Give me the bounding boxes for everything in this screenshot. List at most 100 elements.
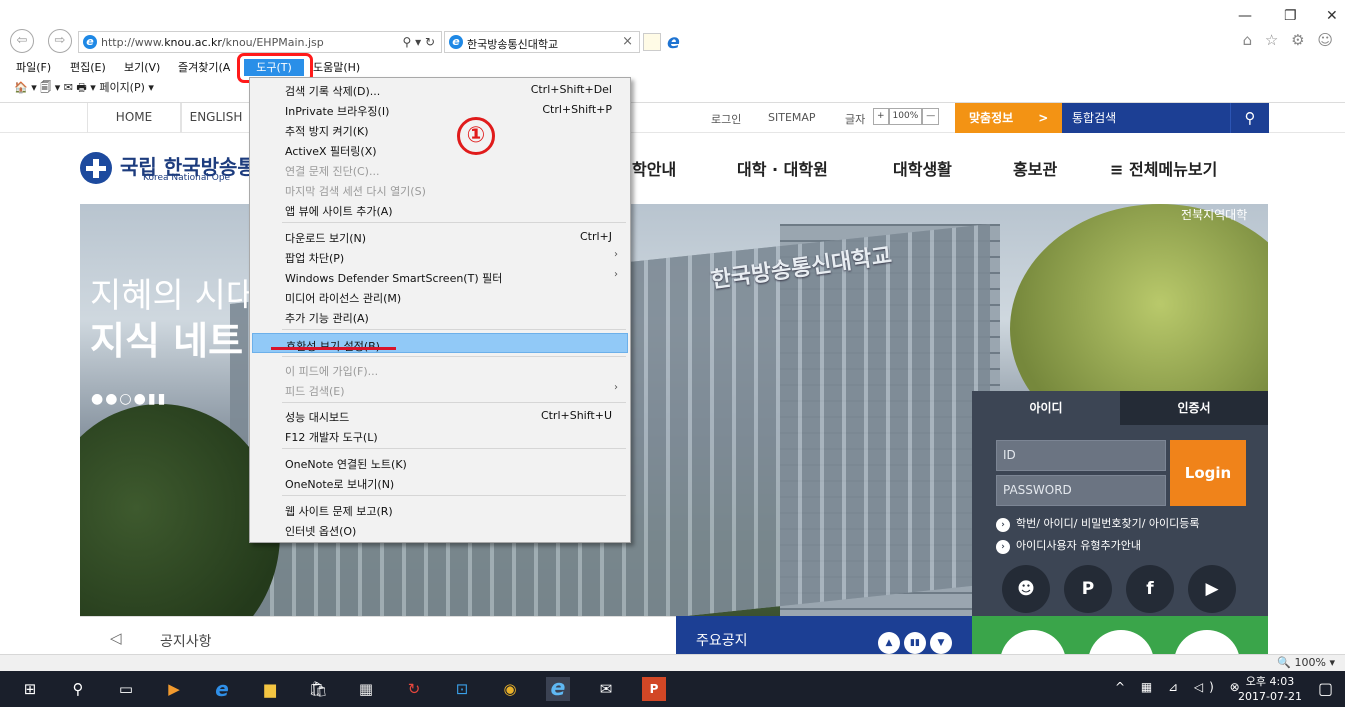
custom-info-button[interactable]: 맞춤정보 > bbox=[955, 103, 1062, 133]
menu-item-inprivate[interactable]: InPrivate 브라우징(I) Ctrl+Shift+P bbox=[252, 99, 628, 119]
task-view-icon[interactable]: ▭ bbox=[114, 677, 138, 701]
gnb-about[interactable]: 학안내 bbox=[632, 156, 676, 180]
home-favorites-settings-icons[interactable]: ⌂ ☆ ⚙ ☺ bbox=[1243, 31, 1337, 49]
maximize-button[interactable]: ❐ bbox=[1284, 8, 1297, 24]
font-size-control: +100% — bbox=[873, 108, 940, 125]
university-logo-icon[interactable] bbox=[80, 152, 112, 184]
forward-button[interactable]: ⇨ bbox=[48, 29, 72, 53]
login-button[interactable]: Login bbox=[1170, 440, 1246, 506]
menu-item-add-to-apps[interactable]: 앱 뷰에 사이트 추가(A) bbox=[252, 199, 628, 219]
menu-item-delete-history[interactable]: 검색 기록 삭제(D)... Ctrl+Shift+Del bbox=[252, 79, 628, 99]
tab-knou[interactable]: e 한국방송통신대학교 × bbox=[444, 31, 640, 53]
site-search-input[interactable]: 통합검색 bbox=[1062, 103, 1231, 133]
sitemap-link[interactable]: SITEMAP bbox=[768, 111, 816, 124]
tab-id-login[interactable]: 아이디 bbox=[972, 391, 1120, 425]
menu-item-onenote-send[interactable]: OneNote로 보내기(N) bbox=[252, 472, 628, 492]
arrow-circle-icon: › bbox=[996, 540, 1010, 554]
notification-icon[interactable]: ▢ bbox=[1318, 679, 1333, 698]
new-tab-button[interactable] bbox=[643, 33, 661, 51]
pause-icon[interactable]: ▮▮ bbox=[904, 632, 926, 654]
gnb-campus-life[interactable]: 대학생활 bbox=[893, 156, 952, 180]
search-icon[interactable]: ⚲ bbox=[1230, 103, 1269, 133]
hero-region-tag: 전북지역대학 bbox=[1181, 208, 1248, 222]
major-notice-title[interactable]: 주요공지 bbox=[696, 630, 748, 650]
home-tab[interactable]: HOME bbox=[87, 103, 181, 133]
menu-item-downloads[interactable]: 다운로드 보기(N) Ctrl+J bbox=[252, 226, 628, 246]
menu-item-onenote-linked[interactable]: OneNote 연결된 노트(K) bbox=[252, 452, 628, 472]
menu-item-report-problem[interactable]: 웹 사이트 문제 보고(R) bbox=[252, 499, 628, 519]
submenu-arrow-icon: › bbox=[614, 269, 618, 280]
gnb-college[interactable]: 대학 · 대학원 bbox=[737, 156, 828, 180]
youtube-icon[interactable]: ▶ bbox=[1188, 565, 1236, 613]
menu-file[interactable]: 파일(F) bbox=[16, 59, 51, 75]
menu-edit[interactable]: 편집(E) bbox=[70, 59, 106, 75]
chrome-icon[interactable]: ◉ bbox=[498, 677, 522, 701]
menu-tools[interactable]: 도구(T) bbox=[244, 59, 304, 76]
windows-taskbar: ⊞ ⚲ ▭ ▶ e ▆ 🛍 ▦ ↻ ⊡ ◉ e ✉ P ^ ▦ ⊿ ◁) ⊗ 오… bbox=[0, 671, 1345, 707]
hero-slide-indicator[interactable]: ●●○●▮▮ bbox=[91, 391, 167, 407]
user-type-link[interactable]: › 아이디사용자 유형추가안내 bbox=[996, 537, 1141, 554]
gnb-all-menu[interactable]: ≡ 전체메뉴보기 bbox=[1110, 156, 1217, 180]
mail-icon[interactable]: ✉ bbox=[594, 677, 618, 701]
back-button[interactable]: ⇦ bbox=[10, 29, 34, 53]
command-bar[interactable]: 🏠 ▾ 🗐 ▾ ✉ 🖶 ▾ 페이지(P) ▾ bbox=[14, 79, 154, 98]
gnb-pr[interactable]: 홍보관 bbox=[1013, 156, 1057, 180]
menu-separator bbox=[282, 495, 626, 496]
sns-blog-icon[interactable]: ☻ bbox=[1002, 565, 1050, 613]
facebook-icon[interactable]: f bbox=[1126, 565, 1174, 613]
sns-p-icon[interactable]: P bbox=[1064, 565, 1112, 613]
internet-explorer-icon[interactable]: e bbox=[546, 677, 570, 701]
minimize-button[interactable]: — bbox=[1238, 8, 1252, 24]
font-minus-button[interactable]: — bbox=[922, 108, 940, 125]
quick-menu bbox=[972, 616, 1268, 670]
start-icon[interactable]: ⊞ bbox=[18, 677, 42, 701]
menu-item-internet-options[interactable]: 인터넷 옵션(O) bbox=[252, 519, 628, 539]
edge-icon[interactable]: e bbox=[210, 677, 234, 701]
media-player-icon[interactable]: ▶ bbox=[162, 677, 186, 701]
powerpoint-icon[interactable]: P bbox=[642, 677, 666, 701]
notice-title[interactable]: 공지사항 bbox=[160, 631, 212, 651]
find-account-link[interactable]: › 학번/ 아이디/ 비밀번호찾기/ 아이디등록 bbox=[996, 515, 1200, 532]
zoom-level[interactable]: 🔍 100% ▾ bbox=[1277, 656, 1335, 669]
id-field[interactable]: ID bbox=[996, 440, 1166, 471]
password-field[interactable]: PASSWORD bbox=[996, 475, 1166, 506]
store-icon[interactable]: 🛍 bbox=[306, 677, 330, 701]
menu-item-subscribe-feed: 이 피드에 가입(F)... bbox=[285, 365, 379, 378]
menu-item-activex-filter[interactable]: ActiveX 필터링(X) bbox=[252, 139, 628, 159]
menu-item-performance[interactable]: 성능 대시보드 Ctrl+Shift+U bbox=[252, 405, 628, 425]
menu-separator bbox=[282, 402, 626, 403]
close-window-button[interactable]: ✕ bbox=[1326, 8, 1338, 24]
menu-help[interactable]: 도움말(H) bbox=[313, 59, 360, 75]
menu-item-addons[interactable]: 추가 기능 관리(A) bbox=[252, 306, 628, 326]
address-search-refresh-icon[interactable]: ⚲ ▾ ↻ bbox=[403, 35, 436, 49]
clock[interactable]: 오후 4:03 2017-07-21 bbox=[1235, 674, 1305, 704]
search-icon[interactable]: ⚲ bbox=[66, 677, 90, 701]
tab-close-icon[interactable]: × bbox=[622, 34, 633, 49]
menu-view[interactable]: 보기(V) bbox=[124, 59, 160, 75]
app-grid-icon[interactable]: ▦ bbox=[354, 677, 378, 701]
scroll-up-icon[interactable]: ▲ bbox=[878, 632, 900, 654]
menu-item-smartscreen[interactable]: Windows Defender SmartScreen(T) 필터 › bbox=[252, 266, 628, 286]
menu-item-media-license[interactable]: 미디어 라이선스 관리(M) bbox=[252, 286, 628, 306]
file-explorer-icon[interactable]: ▆ bbox=[258, 677, 282, 701]
login-panel: 아이디 인증서 ID PASSWORD Login › 학번/ 아이디/ 비밀번호… bbox=[972, 391, 1268, 616]
scroll-down-icon[interactable]: ▼ bbox=[930, 632, 952, 654]
address-bar[interactable]: e http://www.knou.ac.kr/knou/EHPMain.jsp… bbox=[78, 31, 442, 53]
menu-item-f12-tools[interactable]: F12 개발자 도구(L) bbox=[252, 425, 628, 445]
notice-board: ◁ 공지사항 bbox=[80, 616, 676, 654]
login-link[interactable]: 로그인 bbox=[711, 111, 741, 127]
ie-edge-icon[interactable]: e bbox=[667, 31, 680, 53]
office-app-icon[interactable]: ⊡ bbox=[450, 677, 474, 701]
menu-favorites[interactable]: 즐겨찾기(A bbox=[178, 59, 230, 75]
menu-item-feed-discovery: 피드 검색(E) › bbox=[285, 382, 618, 398]
system-tray-icons[interactable]: ^ ▦ ⊿ ◁) ⊗ bbox=[1115, 680, 1246, 694]
menu-item-tracking-protection[interactable]: 추적 방지 켜기(K) bbox=[252, 119, 628, 139]
menu-item-compatibility-view[interactable]: 호환성 보기 설정(B) bbox=[252, 333, 628, 353]
tab-certificate-login[interactable]: 인증서 bbox=[1120, 391, 1268, 425]
arrow-circle-icon: › bbox=[996, 518, 1010, 532]
sync-app-icon[interactable]: ↻ bbox=[402, 677, 426, 701]
menu-item-popup-blocker[interactable]: 팝업 차단(P) › bbox=[252, 246, 628, 266]
english-tab[interactable]: ENGLISH bbox=[181, 103, 251, 133]
submenu-arrow-icon: › bbox=[614, 382, 618, 393]
font-plus-button[interactable]: + bbox=[873, 108, 889, 125]
